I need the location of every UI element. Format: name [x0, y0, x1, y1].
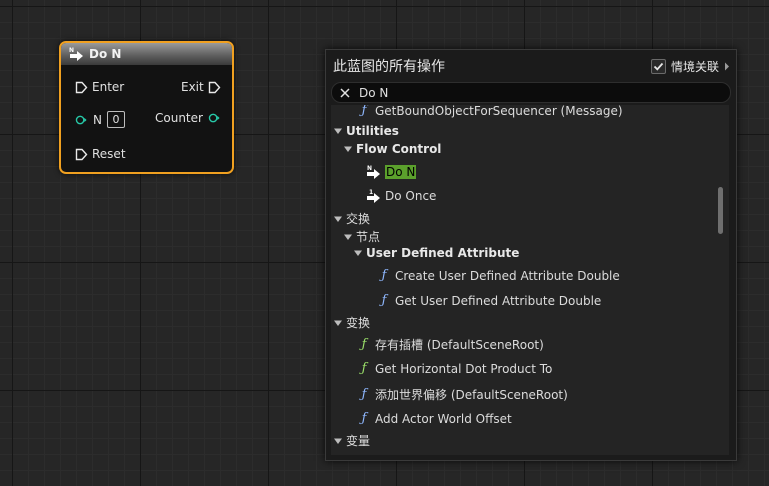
node-header[interactable]: N Do N [61, 43, 232, 65]
integer-pin-icon[interactable] [75, 114, 87, 126]
expanded-arrow-icon[interactable] [353, 248, 363, 258]
exec-pin-icon[interactable] [75, 81, 88, 94]
expanded-arrow-icon[interactable] [333, 214, 343, 224]
list-item-label: Do Once [385, 189, 437, 203]
expanded-arrow-icon[interactable] [343, 232, 353, 242]
category-label: 交换 [346, 212, 371, 226]
list-item-label: Do N [385, 165, 417, 179]
reset-pin-row[interactable]: Reset [75, 147, 126, 161]
action-menu[interactable]: 此蓝图的所有操作 情境关联 ƒ GetBoundObjectForSequenc… [325, 49, 737, 461]
category-utilities[interactable]: Utilities [333, 124, 399, 138]
context-sensitive-toggle[interactable]: 情境关联 [650, 58, 730, 75]
macro-exec-icon: 1 [366, 188, 382, 204]
svg-text:1: 1 [369, 189, 373, 196]
list-item-label: Create User Defined Attribute Double [395, 268, 620, 283]
svg-text:N: N [69, 47, 74, 54]
action-list[interactable]: ƒ GetBoundObjectForSequencer (Message) U… [331, 105, 729, 455]
expanded-arrow-icon[interactable] [333, 126, 343, 136]
function-icon: ƒ [361, 387, 367, 402]
list-item-do-once[interactable]: 1 Do Once [366, 188, 436, 204]
do-n-node[interactable]: N Do N Enter Exit N 0 Counter Reset [59, 41, 234, 174]
n-pin-row[interactable]: N 0 [75, 111, 125, 128]
exec-pin-icon[interactable] [208, 81, 221, 94]
enter-pin-row[interactable]: Enter [75, 80, 124, 94]
context-sensitive-label: 情境关联 [670, 59, 719, 74]
category-variables[interactable]: 变量 [333, 432, 370, 449]
function-icon: ƒ [361, 411, 367, 426]
list-item[interactable]: ƒ Add Actor World Offset [357, 411, 512, 426]
category-label: Utilities [346, 124, 399, 138]
list-item[interactable]: ƒ GetBoundObjectForSequencer (Message) [357, 105, 623, 118]
list-item-label: 存有插槽 (DefaultSceneRoot) [375, 338, 544, 352]
list-item-label: Add Actor World Offset [375, 411, 512, 426]
exit-pin-row[interactable]: Exit [181, 80, 221, 94]
category-label: User Defined Attribute [366, 246, 520, 260]
list-item[interactable]: ƒ 添加世界偏移 (DefaultSceneRoot) [357, 386, 568, 403]
category-label: 变量 [346, 434, 371, 448]
search-box[interactable] [331, 82, 731, 103]
checkbox-checked-icon[interactable] [650, 58, 666, 74]
category-label: 变换 [346, 316, 371, 330]
list-item[interactable]: ƒ Get User Defined Attribute Double [377, 293, 602, 308]
list-item[interactable]: ƒ 存有插槽 (DefaultSceneRoot) [357, 336, 544, 353]
category-transform[interactable]: 变换 [333, 314, 370, 331]
menu-header: 此蓝图的所有操作 情境关联 [326, 50, 736, 82]
function-icon: ƒ [381, 293, 387, 308]
function-icon: ƒ [361, 105, 367, 118]
enter-pin-label: Enter [92, 80, 125, 94]
category-flow-control[interactable]: Flow Control [343, 142, 441, 156]
node-title: Do N [89, 47, 122, 61]
list-item[interactable]: ƒ Get Horizontal Dot Product To [357, 361, 553, 376]
counter-pin-row[interactable]: Counter [155, 111, 220, 125]
exec-pin-icon[interactable] [75, 148, 88, 161]
exit-pin-label: Exit [181, 80, 204, 94]
category-label: 节点 [356, 230, 381, 244]
clear-search-icon[interactable] [337, 85, 353, 101]
macro-exec-icon: N [366, 164, 382, 180]
list-item[interactable]: ƒ Create User Defined Attribute Double [377, 268, 620, 283]
svg-text:N: N [367, 165, 372, 172]
macro-exec-icon: N [69, 46, 85, 62]
n-value-field[interactable]: 0 [106, 111, 125, 128]
function-icon: ƒ [381, 268, 387, 283]
counter-pin-label: Counter [155, 111, 203, 125]
search-input[interactable] [353, 84, 730, 101]
expanded-arrow-icon[interactable] [333, 318, 343, 328]
list-item-label: Get User Defined Attribute Double [395, 293, 602, 308]
chevron-right-icon[interactable] [724, 62, 730, 71]
expanded-arrow-icon[interactable] [343, 144, 353, 154]
n-pin-label: N [93, 112, 102, 127]
category-nodes[interactable]: 节点 [343, 228, 380, 245]
category-exchange[interactable]: 交换 [333, 210, 370, 227]
list-item-label: GetBoundObjectForSequencer (Message) [375, 105, 623, 118]
function-icon: ƒ [361, 361, 367, 376]
reset-pin-label: Reset [92, 147, 126, 161]
category-user-defined-attribute[interactable]: User Defined Attribute [353, 246, 519, 260]
expanded-arrow-icon[interactable] [333, 436, 343, 446]
list-item-do-n[interactable]: N Do N [366, 164, 417, 180]
category-label: Flow Control [356, 142, 442, 156]
list-item-label: 添加世界偏移 (DefaultSceneRoot) [375, 388, 568, 402]
list-item-label: Get Horizontal Dot Product To [375, 361, 553, 376]
scrollbar-thumb[interactable] [718, 187, 723, 234]
function-icon: ƒ [361, 337, 367, 352]
integer-pin-icon[interactable] [208, 112, 220, 124]
menu-title: 此蓝图的所有操作 [333, 59, 445, 75]
